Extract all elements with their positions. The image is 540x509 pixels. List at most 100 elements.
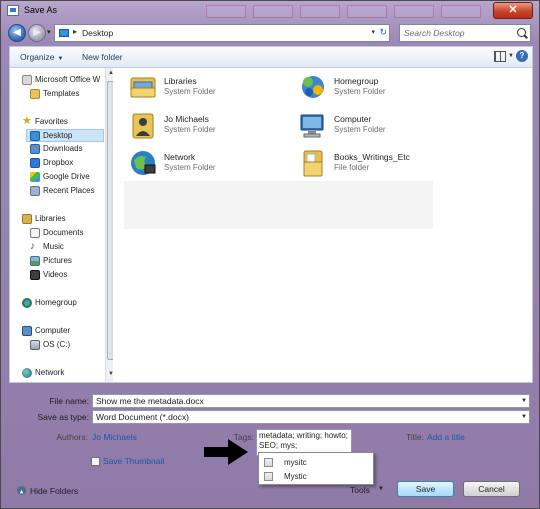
scrollbar-thumb[interactable] bbox=[107, 81, 113, 360]
file-item-jo-michaels[interactable]: Jo Michaels System Folder bbox=[128, 110, 288, 144]
title-label: Title: bbox=[405, 432, 424, 442]
sidebar-item-homegroup[interactable]: Homegroup bbox=[10, 297, 105, 310]
save-as-type-select[interactable]: Word Document (*.docx) ▼ bbox=[92, 410, 530, 424]
star-icon: ★ bbox=[22, 115, 32, 127]
drive-icon bbox=[30, 340, 40, 350]
recent-places-icon bbox=[30, 186, 40, 196]
folder-icon bbox=[303, 150, 323, 177]
sidebar-item-recent-places[interactable]: Recent Places bbox=[10, 185, 105, 198]
forward-button[interactable]: ▶ bbox=[28, 24, 46, 42]
desktop-icon bbox=[59, 29, 69, 37]
google-drive-icon bbox=[30, 172, 40, 182]
save-thumbnail-label[interactable]: Save Thumbnail bbox=[103, 456, 164, 466]
sidebar-item-label: Pictures bbox=[43, 256, 72, 265]
file-item-libraries[interactable]: Libraries System Folder bbox=[128, 72, 288, 106]
refresh-icon[interactable]: ↻ bbox=[379, 27, 387, 38]
sidebar-item-label: Desktop bbox=[43, 131, 73, 140]
view-options-icon[interactable] bbox=[494, 51, 506, 62]
authors-field[interactable]: Jo Michaels bbox=[92, 432, 137, 442]
tag-suggestion-item[interactable]: mysitc bbox=[259, 456, 373, 469]
file-name: Books_Writings_Etc bbox=[334, 152, 410, 162]
breadcrumb-desktop[interactable]: Desktop bbox=[82, 28, 113, 38]
hide-folders-button[interactable]: Hide Folders bbox=[30, 486, 78, 496]
sidebar-item-label: Libraries bbox=[35, 214, 66, 223]
chevron-down-icon[interactable]: ▼ bbox=[521, 395, 527, 407]
sidebar-item-label: Network bbox=[35, 368, 65, 377]
file-item-network[interactable]: Network System Folder bbox=[128, 148, 288, 182]
homegroup-icon bbox=[22, 298, 32, 308]
close-button[interactable]: ✕ bbox=[493, 2, 533, 19]
sidebar-item-os-c[interactable]: OS (C:) bbox=[10, 339, 105, 352]
chevron-down-icon: ▼ bbox=[521, 414, 527, 420]
cancel-button[interactable]: Cancel bbox=[463, 481, 520, 497]
navigation-pane: Microsoft Office W Templates ★ Favorites… bbox=[10, 68, 113, 382]
pictures-icon bbox=[30, 256, 40, 266]
tag-checkbox[interactable] bbox=[264, 458, 273, 467]
sidebar-item-favorites[interactable]: ★ Favorites bbox=[10, 116, 105, 129]
network-icon bbox=[131, 151, 156, 175]
documents-icon bbox=[30, 228, 40, 238]
tag-suggestion-label: mysitc bbox=[284, 458, 307, 467]
sidebar-item-music[interactable]: ♪ Music bbox=[10, 241, 105, 254]
file-item-books-writings-etc[interactable]: Books_Writings_Etc File folder bbox=[298, 148, 458, 182]
save-as-dialog: Save As ✕ ◀ ▶ ▾ ▸ Desktop ▾ ↻ Search Des… bbox=[0, 0, 540, 509]
sidebar-item-templates[interactable]: Templates bbox=[10, 88, 105, 101]
file-item-homegroup[interactable]: Homegroup System Folder bbox=[298, 72, 458, 106]
recent-pages-dropdown[interactable]: ▾ bbox=[47, 28, 51, 36]
background-tab-decoration bbox=[253, 5, 293, 18]
search-input[interactable]: Search Desktop bbox=[399, 24, 531, 42]
sidebar-item-network[interactable]: Network bbox=[10, 367, 105, 380]
title-bar[interactable]: Save As ✕ bbox=[1, 1, 539, 21]
homegroup-icon bbox=[302, 76, 324, 98]
sidebar-item-label: Microsoft Office W bbox=[35, 75, 101, 84]
background-tab-decoration bbox=[347, 5, 387, 18]
sidebar-item-computer[interactable]: Computer bbox=[10, 325, 105, 338]
sidebar-item-label: Computer bbox=[35, 326, 71, 335]
navigation-bar: ◀ ▶ ▾ ▸ Desktop ▾ ↻ Search Desktop bbox=[1, 21, 539, 45]
scroll-up-arrow-icon[interactable]: ▲ bbox=[108, 70, 113, 76]
libraries-icon bbox=[130, 77, 156, 98]
breadcrumb-separator[interactable]: ▸ bbox=[73, 27, 77, 36]
file-type: System Folder bbox=[164, 125, 216, 134]
title-field[interactable]: Add a title bbox=[427, 432, 465, 442]
scroll-down-arrow-icon[interactable]: ▼ bbox=[108, 371, 113, 377]
new-folder-button[interactable]: New folder bbox=[82, 52, 123, 62]
tools-button[interactable]: Tools bbox=[350, 485, 370, 495]
file-name-input[interactable]: Show me the metadata.docx ▼ bbox=[92, 394, 530, 408]
chevron-down-icon[interactable]: ▾ bbox=[371, 28, 375, 36]
file-item-computer[interactable]: Computer System Folder bbox=[298, 110, 458, 144]
sidebar-item-downloads[interactable]: Downloads bbox=[10, 143, 105, 156]
tag-checkbox[interactable] bbox=[264, 472, 273, 481]
sidebar-item-label: Music bbox=[43, 242, 64, 251]
sidebar-item-libraries[interactable]: Libraries bbox=[10, 213, 105, 226]
background-tab-decoration bbox=[206, 5, 246, 18]
sidebar-scrollbar[interactable]: ▲ ▼ bbox=[105, 68, 113, 382]
sidebar-item-documents[interactable]: Documents bbox=[10, 227, 105, 240]
sidebar-item-label: Recent Places bbox=[43, 186, 95, 195]
sidebar-item-pictures[interactable]: Pictures bbox=[10, 255, 105, 268]
user-folder-icon bbox=[132, 113, 154, 139]
file-type: System Folder bbox=[164, 87, 216, 96]
chevron-down-icon[interactable]: ▼ bbox=[508, 53, 514, 59]
sidebar-item-label: Google Drive bbox=[43, 172, 90, 181]
back-button[interactable]: ◀ bbox=[8, 24, 26, 42]
file-name-label: File name: bbox=[49, 396, 89, 406]
chevron-up-icon[interactable]: ▼ bbox=[17, 486, 26, 495]
sidebar-item-desktop[interactable]: Desktop bbox=[26, 129, 104, 142]
command-toolbar: Organize ▼ New folder ▼ ? bbox=[9, 46, 533, 67]
save-button[interactable]: Save bbox=[397, 481, 454, 497]
chevron-down-icon[interactable]: ▼ bbox=[378, 486, 384, 492]
sidebar-item-microsoft-office[interactable]: Microsoft Office W bbox=[10, 74, 105, 87]
tag-suggestion-item[interactable]: Mystic bbox=[259, 470, 373, 483]
address-bar[interactable]: ▸ Desktop ▾ ↻ bbox=[54, 24, 390, 42]
chevron-down-icon: ▼ bbox=[57, 56, 64, 62]
sidebar-item-videos[interactable]: Videos bbox=[10, 269, 105, 282]
help-icon[interactable]: ? bbox=[516, 50, 528, 62]
organize-button[interactable]: Organize ▼ bbox=[20, 52, 63, 62]
sidebar-item-dropbox[interactable]: Dropbox bbox=[10, 157, 105, 170]
empty-area bbox=[124, 181, 433, 229]
tag-suggestion-label: Mystic bbox=[284, 472, 307, 481]
sidebar-item-google-drive[interactable]: Google Drive bbox=[10, 171, 105, 184]
file-name-value: Show me the metadata.docx bbox=[96, 396, 204, 406]
save-thumbnail-checkbox[interactable] bbox=[91, 457, 100, 466]
